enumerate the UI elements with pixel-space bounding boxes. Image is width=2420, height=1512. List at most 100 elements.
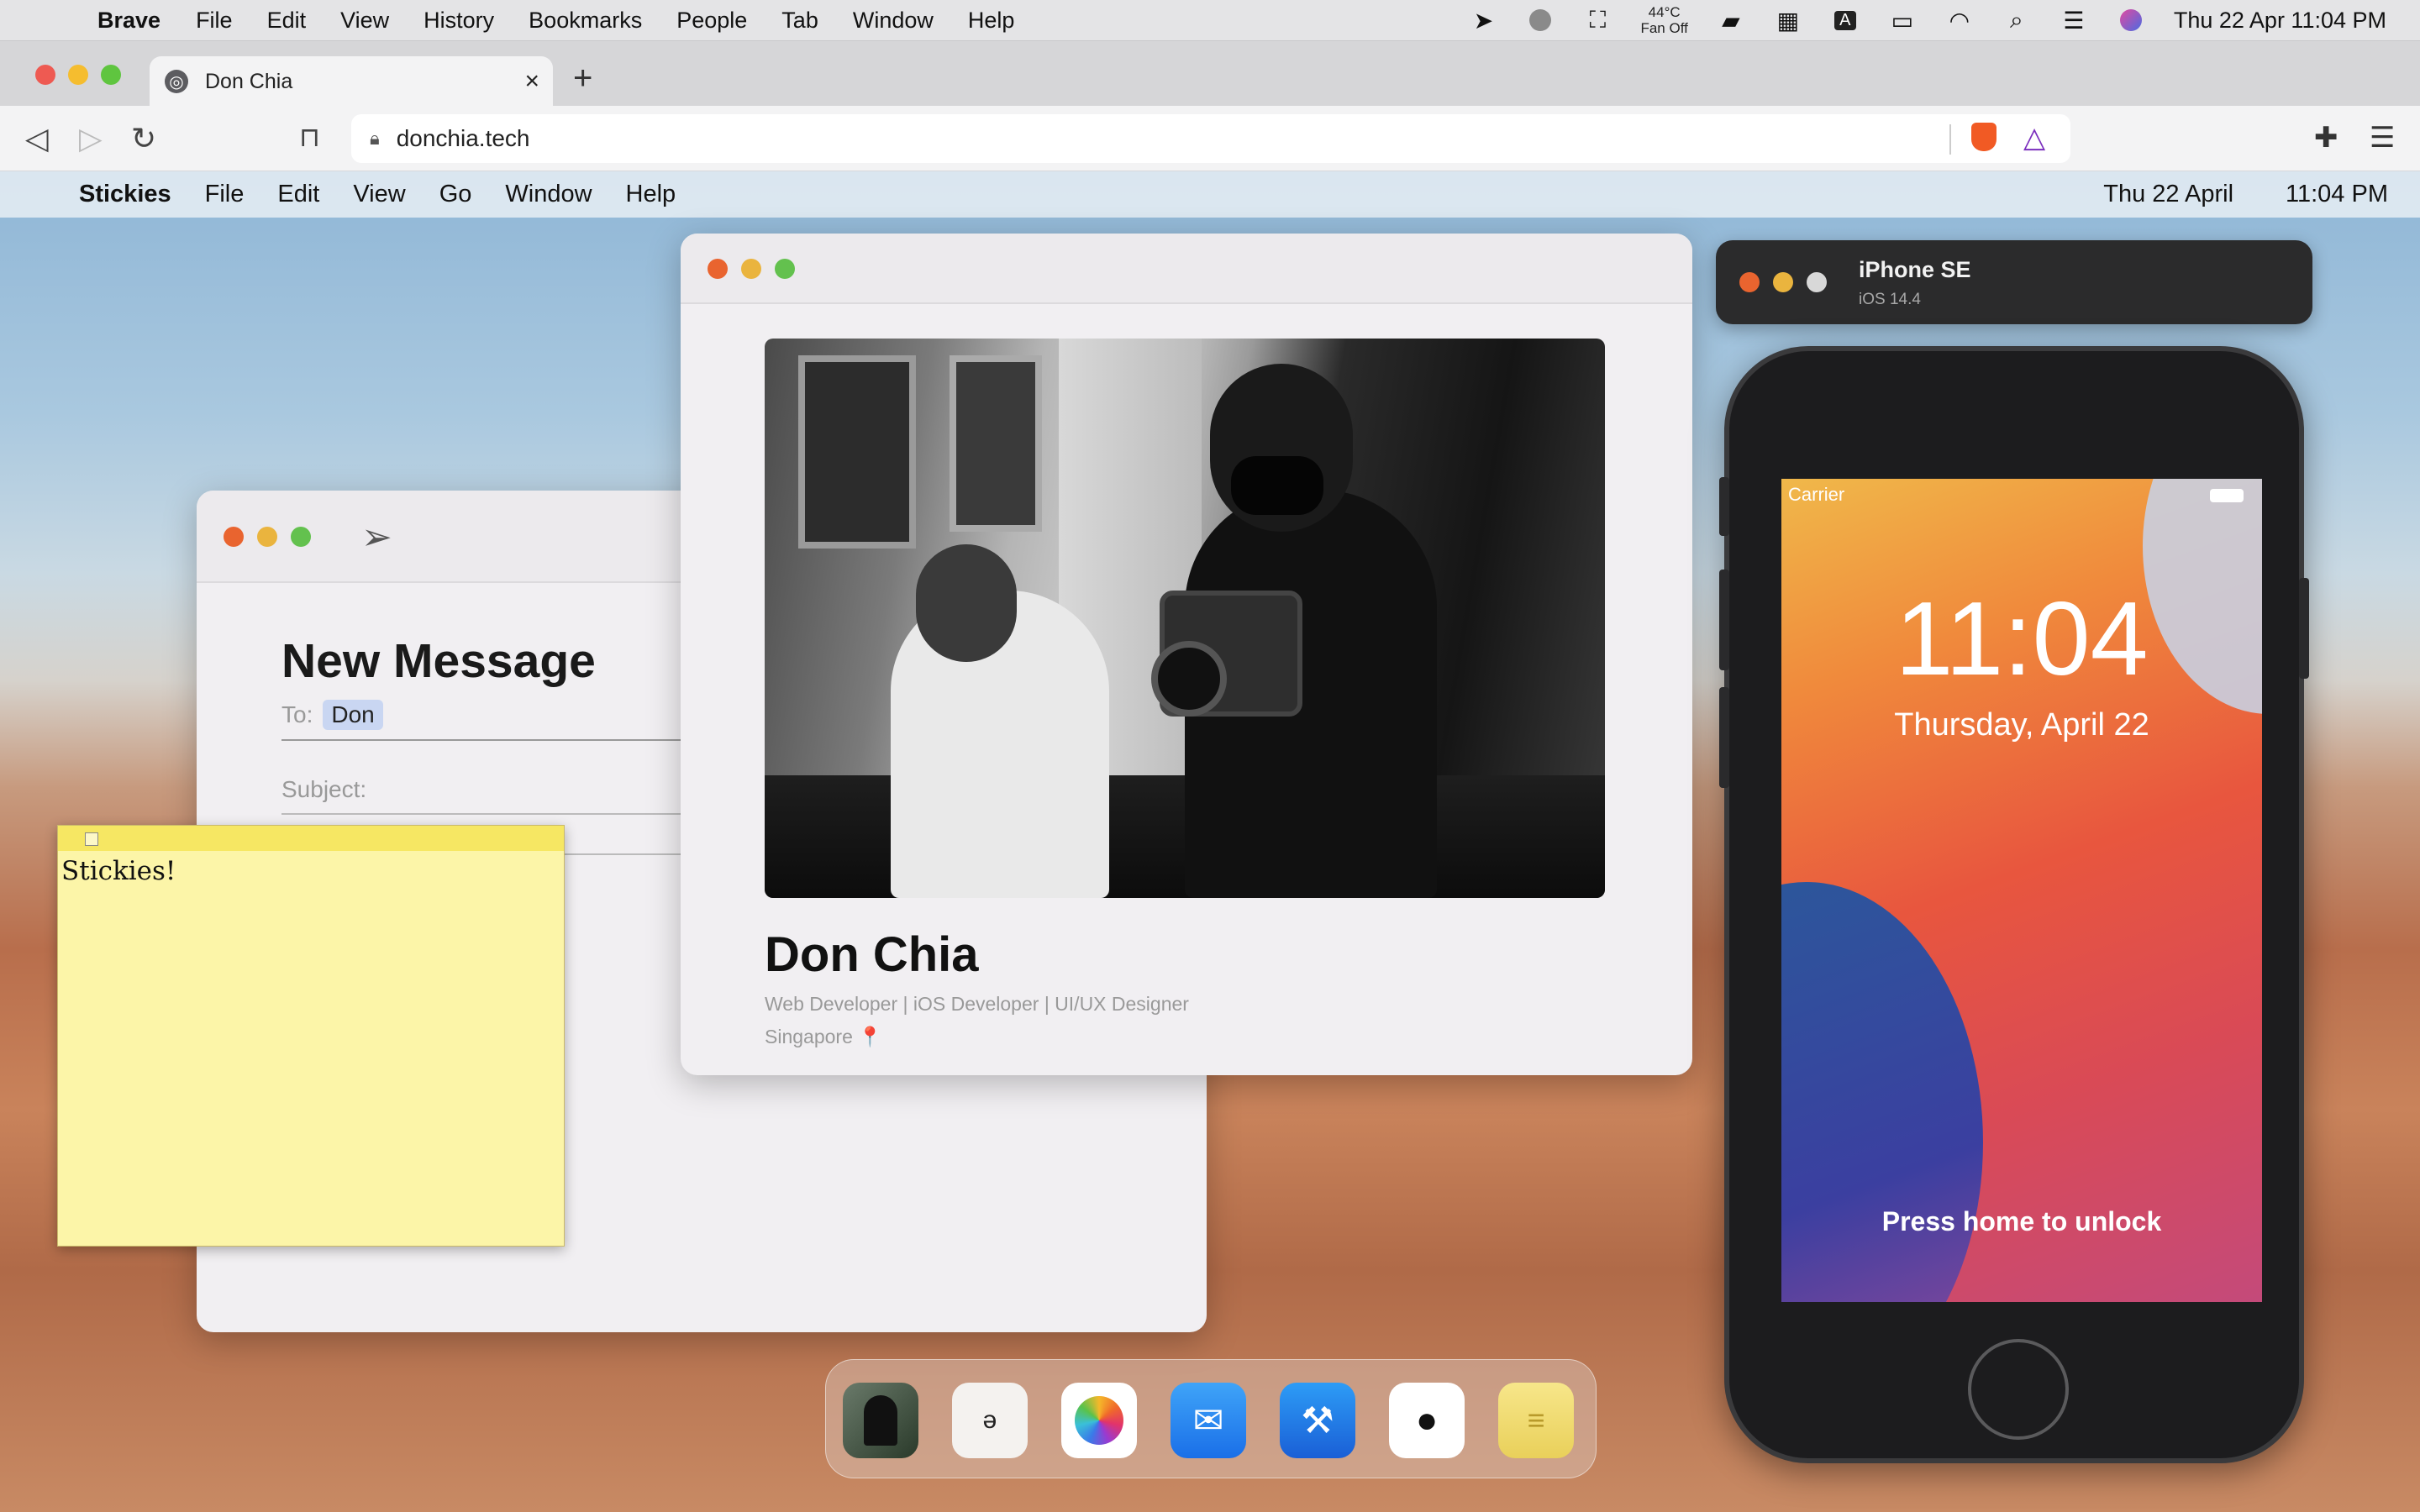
lock-screen[interactable]: Carrier 11:04 Thursday, April 22 Press h… bbox=[1781, 479, 2262, 1302]
profile-close-button[interactable] bbox=[708, 259, 728, 279]
notes-app-icon[interactable]: ≡ bbox=[1498, 1383, 1574, 1458]
menu-file[interactable]: File bbox=[196, 8, 233, 34]
power-button[interactable] bbox=[2299, 578, 2309, 679]
page-menu-go[interactable]: Go bbox=[439, 181, 472, 208]
battery-status-icon bbox=[2210, 489, 2244, 502]
carrier-label: Carrier bbox=[1788, 484, 1845, 505]
forward-icon[interactable]: ▷ bbox=[79, 121, 103, 156]
browser-tabstrip: ◎ Don Chia × + bbox=[0, 40, 2420, 107]
profile-minimize-button[interactable] bbox=[741, 259, 761, 279]
unlock-hint: Press home to unlock bbox=[1881, 1206, 2162, 1236]
github-app-icon[interactable]: ● bbox=[1389, 1383, 1465, 1458]
reload-icon[interactable]: ↻ bbox=[131, 121, 156, 156]
dictionary-app-icon[interactable]: ǝ bbox=[952, 1383, 1028, 1458]
menu-hamburger-icon[interactable]: ☰ bbox=[2370, 121, 2395, 155]
brave-shields-icon[interactable] bbox=[1971, 123, 1996, 151]
zoom-window-button[interactable] bbox=[101, 65, 121, 85]
page-menu-file[interactable]: File bbox=[205, 181, 245, 208]
simulator-device-name: iPhone SE bbox=[1859, 257, 1971, 282]
send-icon[interactable]: ➢ bbox=[361, 516, 392, 559]
page-menubar: Stickies File Edit View Go Window Help T… bbox=[0, 171, 2420, 218]
new-tab-button[interactable]: + bbox=[573, 60, 592, 97]
volume-down-button[interactable] bbox=[1719, 687, 1729, 788]
page-menu-view[interactable]: View bbox=[353, 181, 405, 208]
back-icon[interactable]: ◁ bbox=[25, 121, 49, 156]
menu-people[interactable]: People bbox=[676, 8, 747, 34]
simulator-titlebar: iPhone SE iOS 14.4 bbox=[1716, 240, 2312, 324]
tab-close-icon[interactable]: × bbox=[524, 67, 539, 96]
system-menubar: Brave File Edit View History Bookmarks P… bbox=[0, 0, 2420, 40]
mail-minimize-button[interactable] bbox=[257, 527, 277, 547]
siri-icon[interactable] bbox=[2117, 8, 2145, 33]
bookmark-icon[interactable]: ⊓ bbox=[299, 121, 320, 153]
simulator-minimize-button[interactable] bbox=[1773, 272, 1793, 292]
search-icon[interactable]: ⌕ bbox=[2002, 7, 2031, 33]
globe-icon: ◎ bbox=[165, 70, 188, 93]
temperature-readout[interactable]: 44°C Fan Off bbox=[1640, 4, 1687, 36]
record-circle-icon[interactable] bbox=[1526, 8, 1555, 33]
location-arrow-icon[interactable]: ➤ bbox=[1469, 8, 1497, 34]
profile-titlebar bbox=[681, 234, 1692, 304]
simulator-close-button[interactable] bbox=[1739, 272, 1760, 292]
minimize-window-button[interactable] bbox=[68, 65, 88, 85]
menu-bookmarks[interactable]: Bookmarks bbox=[529, 8, 642, 34]
profile-window-controls bbox=[708, 259, 795, 279]
page-time: 11:04 PM bbox=[2286, 181, 2388, 207]
xcode-app-icon[interactable]: ⚒ bbox=[1280, 1383, 1355, 1458]
address-bar[interactable]: 🔒︎ donchia.tech △ bbox=[351, 114, 2070, 163]
volume-up-button[interactable] bbox=[1719, 570, 1729, 670]
mail-close-button[interactable] bbox=[224, 527, 244, 547]
wifi-icon[interactable]: ◠ bbox=[1945, 8, 1974, 34]
web-page-desktop: Stickies File Edit View Go Window Help T… bbox=[0, 171, 2420, 1512]
sticky-titlebar[interactable] bbox=[58, 826, 564, 851]
menu-app-name[interactable]: Brave bbox=[97, 8, 160, 34]
sticky-text[interactable]: Stickies! bbox=[58, 851, 564, 891]
battery-icon[interactable]: ▭ bbox=[1888, 8, 1917, 34]
brave-rewards-icon[interactable]: △ bbox=[2023, 121, 2045, 155]
page-menu-window[interactable]: Window bbox=[505, 181, 592, 208]
status-area: ➤ ⛶ 44°C Fan Off ▰ ▦ A ▭ ◠ ⌕ ☰ Thu 22 Ap… bbox=[1469, 0, 2386, 40]
menu-edit[interactable]: Edit bbox=[267, 8, 307, 34]
input-source-icon[interactable]: A bbox=[1831, 8, 1860, 33]
extensions-puzzle-icon[interactable]: ✚ bbox=[2314, 121, 2338, 155]
sticky-note[interactable]: Stickies! bbox=[57, 825, 565, 1247]
menu-history[interactable]: History bbox=[424, 8, 494, 34]
mute-switch[interactable] bbox=[1719, 477, 1729, 536]
menu-view[interactable]: View bbox=[340, 8, 389, 34]
browser-window-controls bbox=[35, 65, 121, 85]
menu-window[interactable]: Window bbox=[853, 8, 934, 34]
page-menu-app-name[interactable]: Stickies bbox=[79, 181, 171, 208]
profile-photo-app-icon[interactable] bbox=[843, 1383, 918, 1458]
photo-camera-lens bbox=[1151, 641, 1227, 717]
profile-window: Don Chia Web Developer | iOS Developer |… bbox=[681, 234, 1692, 1075]
clapperboard-icon[interactable]: ▦ bbox=[1774, 8, 1802, 34]
simulator-zoom-button[interactable] bbox=[1807, 272, 1827, 292]
mail-window-controls bbox=[224, 527, 311, 547]
wallpaper-shape-bottom bbox=[1781, 882, 1983, 1302]
mail-app-icon[interactable]: ✉ bbox=[1171, 1383, 1246, 1458]
url-text: donchia.tech bbox=[396, 125, 530, 151]
close-window-button[interactable] bbox=[35, 65, 55, 85]
menu-help[interactable]: Help bbox=[968, 8, 1015, 34]
profile-photo bbox=[765, 339, 1605, 898]
mail-zoom-button[interactable] bbox=[291, 527, 311, 547]
menu-tab[interactable]: Tab bbox=[781, 8, 818, 34]
sticky-close-box[interactable] bbox=[85, 832, 98, 846]
photo-face-mask bbox=[1231, 456, 1323, 515]
menubar-clock[interactable]: Thu 22 Apr 11:04 PM bbox=[2174, 8, 2386, 34]
page-menu-edit[interactable]: Edit bbox=[277, 181, 319, 208]
profile-location: Singapore 📍 bbox=[765, 1026, 882, 1048]
display-icon[interactable]: ▰ bbox=[1717, 8, 1745, 34]
screen-capture-icon[interactable]: ⛶ bbox=[1583, 7, 1612, 33]
home-button[interactable] bbox=[1968, 1339, 2069, 1440]
mail-heading: New Message bbox=[281, 634, 596, 688]
tab-don-chia[interactable]: ◎ Don Chia × bbox=[150, 56, 553, 107]
location-pin-icon: 📍 bbox=[858, 1026, 882, 1047]
photos-app-icon[interactable] bbox=[1061, 1383, 1137, 1458]
page-menu-help[interactable]: Help bbox=[626, 181, 676, 208]
control-center-icon[interactable]: ☰ bbox=[2060, 8, 2088, 34]
profile-roles: Web Developer | iOS Developer | UI/UX De… bbox=[765, 993, 1189, 1015]
photo-window-left bbox=[798, 355, 916, 549]
profile-zoom-button[interactable] bbox=[775, 259, 795, 279]
recipient-chip[interactable]: Don bbox=[323, 700, 383, 730]
